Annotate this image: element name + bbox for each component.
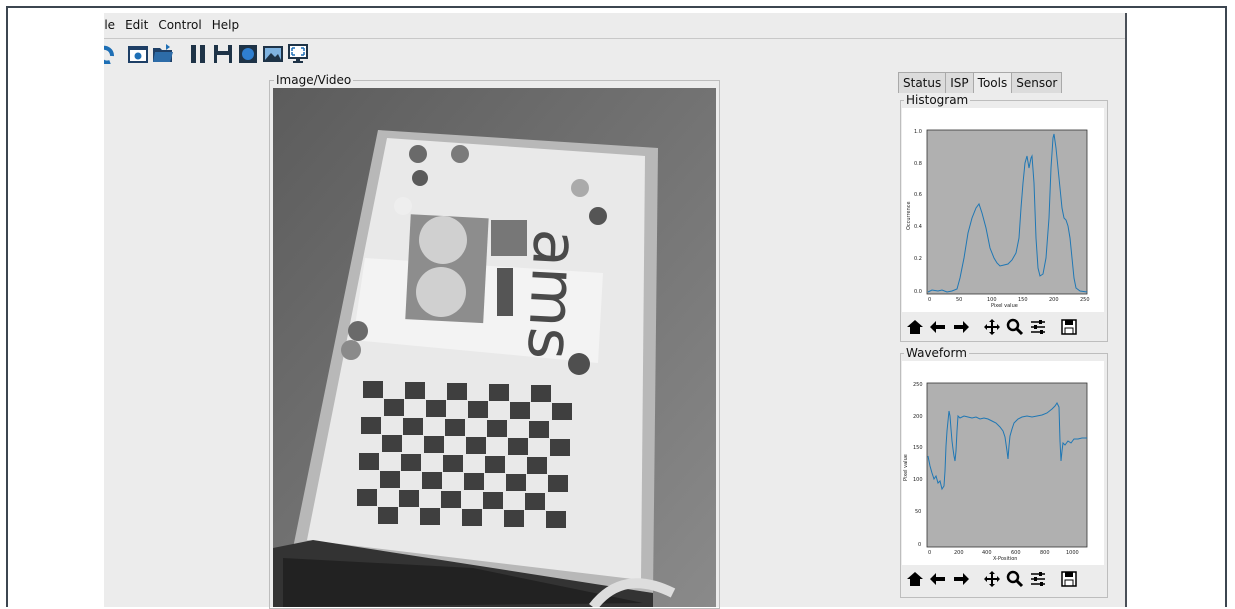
settings-window-icon[interactable] <box>127 43 149 65</box>
tab-sensor[interactable]: Sensor <box>1011 72 1063 93</box>
menu-help[interactable]: Help <box>212 18 239 32</box>
tab-tools[interactable]: Tools <box>972 72 1013 93</box>
save-figure-icon[interactable] <box>1058 568 1080 590</box>
histogram-xlabel: Pixel value <box>991 303 1018 309</box>
histogram-ylabel: Occurrence <box>906 201 912 230</box>
histogram-ytick: 0.2 <box>914 256 922 262</box>
zoom-icon[interactable] <box>1004 568 1026 590</box>
histogram-plot[interactable]: 0 50 100 150 200 250 0.0 0.2 0.4 0.6 0.8… <box>902 108 1104 312</box>
histogram-ytick: 0.0 <box>914 289 922 295</box>
waveform-navbar <box>904 568 1081 590</box>
zoom-icon[interactable] <box>1004 316 1026 338</box>
configure-subplots-icon[interactable] <box>1027 568 1049 590</box>
snapshot-icon[interactable] <box>262 43 284 65</box>
menu-control[interactable]: Control <box>158 18 201 32</box>
pan-icon[interactable] <box>981 316 1003 338</box>
pan-icon[interactable] <box>981 568 1003 590</box>
tab-status[interactable]: Status <box>898 72 947 93</box>
histogram-xtick: 250 <box>1080 297 1090 303</box>
waveform-xtick: 0 <box>928 550 931 556</box>
menu-separator <box>104 38 1127 39</box>
save-icon[interactable] <box>212 43 234 65</box>
waveform-xtick: 1000 <box>1066 550 1079 556</box>
waveform-ytick: 200 <box>913 414 923 420</box>
back-arrow-icon[interactable] <box>927 568 949 590</box>
refresh-icon[interactable] <box>104 43 114 65</box>
pause-icon[interactable] <box>187 43 209 65</box>
tab-isp[interactable]: ISP <box>945 72 974 93</box>
histogram-ytick: 0.4 <box>914 224 922 230</box>
home-icon[interactable] <box>904 568 926 590</box>
video-frame: ams <box>273 88 716 607</box>
histogram-ytick: 0.8 <box>914 161 922 167</box>
histogram-title: Histogram <box>904 93 971 107</box>
histogram-xtick: 200 <box>1049 297 1059 303</box>
waveform-ytick: 50 <box>915 509 921 515</box>
waveform-ytick: 150 <box>913 445 923 451</box>
waveform-title: Waveform <box>904 346 969 360</box>
save-figure-icon[interactable] <box>1058 316 1080 338</box>
configure-subplots-icon[interactable] <box>1027 316 1049 338</box>
svg-text:ams: ams <box>513 227 593 361</box>
waveform-xtick: 800 <box>1040 550 1050 556</box>
waveform-ytick: 250 <box>913 382 923 388</box>
waveform-ytick: 0 <box>918 542 921 548</box>
menu-file[interactable]: ile <box>104 18 115 32</box>
record-icon[interactable] <box>237 43 259 65</box>
window-divider <box>1125 13 1127 607</box>
histogram-xtick: 50 <box>956 297 962 303</box>
toolbar <box>104 41 312 67</box>
forward-arrow-icon[interactable] <box>950 568 972 590</box>
menu-edit[interactable]: Edit <box>125 18 148 32</box>
menu-bar: ile Edit Control Help <box>104 13 1127 37</box>
forward-arrow-icon[interactable] <box>950 316 972 338</box>
waveform-plot[interactable]: 0 200 400 600 800 1000 0 50 100 150 200 … <box>902 361 1104 565</box>
waveform-xlabel: X-Position <box>993 556 1017 562</box>
waveform-ytick: 100 <box>913 477 923 483</box>
histogram-ytick: 1.0 <box>914 129 922 135</box>
waveform-axes <box>926 382 1088 548</box>
tools-tab-bar: Status ISP Tools Sensor <box>898 72 1063 93</box>
histogram-navbar <box>904 316 1081 338</box>
histogram-xtick: 0 <box>928 297 931 303</box>
video-group-title: Image/Video <box>274 73 354 87</box>
waveform-xtick: 400 <box>982 550 992 556</box>
fullscreen-icon[interactable] <box>287 43 309 65</box>
back-arrow-icon[interactable] <box>927 316 949 338</box>
histogram-xtick: 150 <box>1018 297 1028 303</box>
histogram-ytick: 0.6 <box>914 192 922 198</box>
waveform-xtick: 200 <box>954 550 964 556</box>
home-icon[interactable] <box>904 316 926 338</box>
open-folder-icon[interactable] <box>152 43 174 65</box>
waveform-ylabel: Pixel value <box>903 454 909 481</box>
